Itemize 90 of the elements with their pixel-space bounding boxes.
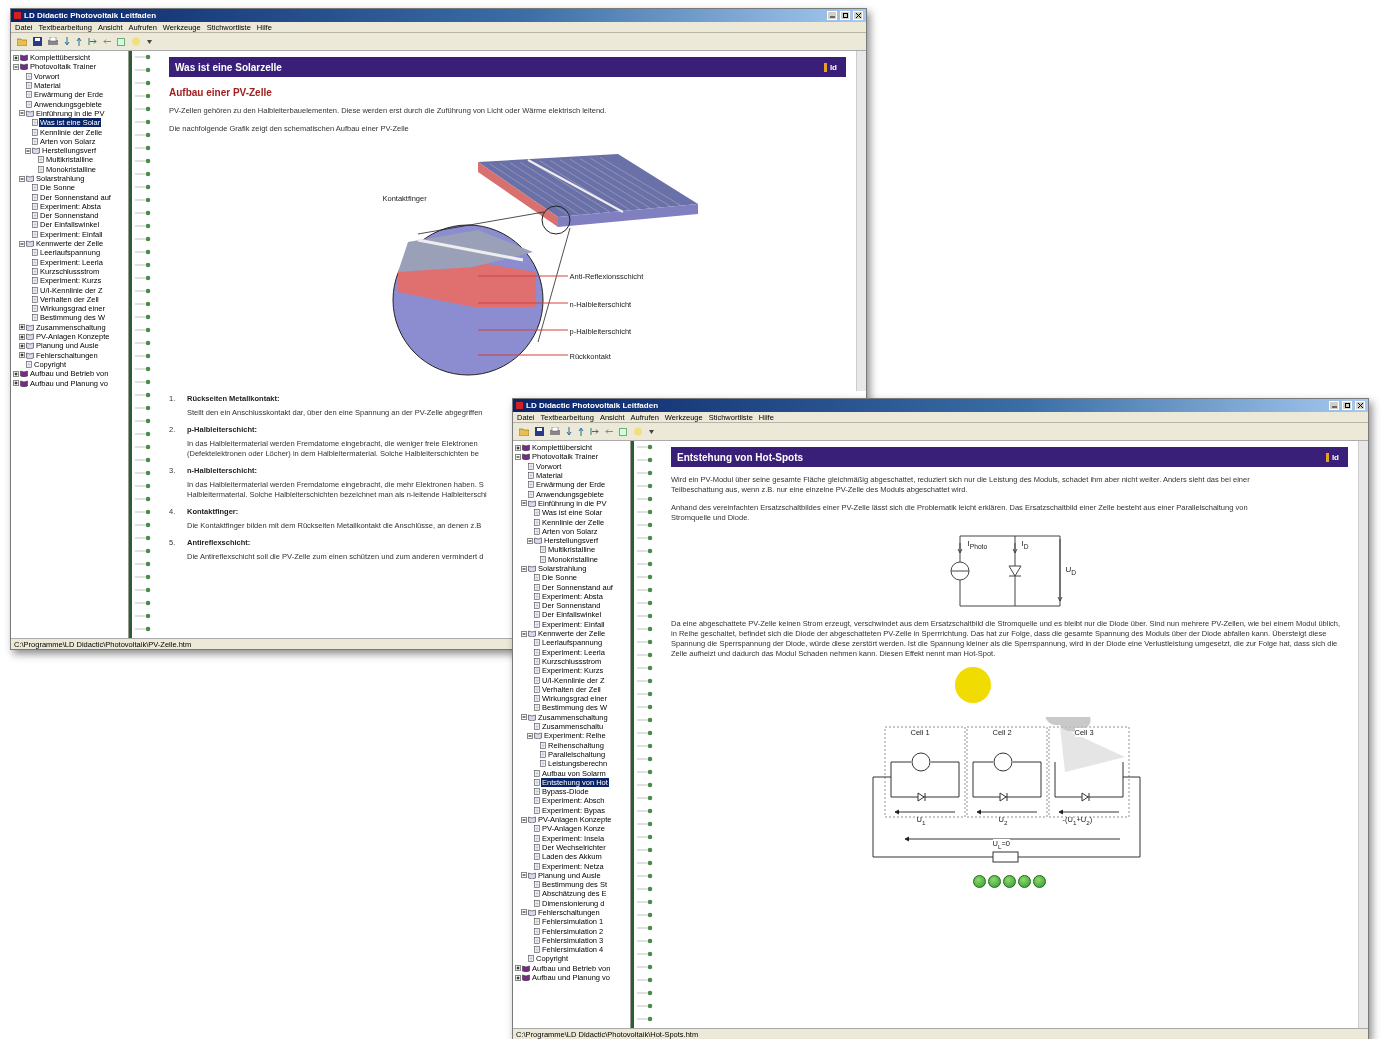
expand-icon[interactable] — [515, 444, 521, 451]
folder-icon[interactable] — [519, 427, 529, 436]
save-icon[interactable] — [33, 37, 42, 46]
book-icon — [528, 909, 536, 916]
minimize-button[interactable] — [1329, 401, 1339, 410]
book-icon — [534, 537, 542, 545]
maximize-icon — [1344, 403, 1350, 408]
maximize-icon — [842, 13, 848, 18]
save-icon[interactable] — [535, 427, 544, 436]
book-icon — [528, 499, 536, 507]
print-icon[interactable] — [550, 427, 560, 436]
book-icon — [528, 713, 536, 721]
close-button[interactable] — [1355, 401, 1365, 410]
app-icon — [516, 402, 523, 409]
arrow-right-icon[interactable] — [88, 37, 97, 46]
collapse-icon[interactable] — [521, 816, 527, 823]
arrow-left-icon[interactable] — [103, 37, 111, 46]
arrow-up-icon[interactable] — [76, 37, 82, 46]
book-icon — [26, 109, 34, 117]
dropdown-arrow-icon[interactable] — [147, 39, 152, 44]
dropdown-arrow-icon[interactable] — [649, 429, 654, 434]
page-icon — [534, 723, 540, 731]
book-icon — [528, 816, 536, 823]
book-icon — [26, 175, 34, 182]
scroll-bar[interactable] — [1358, 441, 1368, 1028]
book-icon — [528, 630, 536, 638]
book-icon — [528, 565, 536, 572]
logo: ld — [1325, 452, 1342, 462]
page-icon — [26, 72, 32, 80]
collapse-icon[interactable] — [521, 565, 527, 572]
app-icon — [14, 12, 21, 19]
round-control-button[interactable] — [1033, 875, 1046, 888]
collapse-icon[interactable] — [521, 872, 527, 879]
collapse-icon[interactable] — [521, 909, 527, 916]
expand-icon[interactable] — [13, 380, 19, 387]
arrow-down-icon[interactable] — [566, 427, 572, 436]
expand-icon[interactable] — [515, 974, 521, 981]
round-control-button[interactable] — [1003, 875, 1016, 888]
window-title: LD Didactic Photovoltaik Leitfaden — [526, 401, 659, 410]
maximize-button[interactable] — [1342, 401, 1352, 410]
page-icon — [26, 360, 32, 368]
collapse-icon[interactable] — [19, 240, 25, 247]
arrow-down-icon[interactable] — [64, 37, 70, 46]
expand-icon[interactable] — [13, 54, 19, 61]
collapse-icon[interactable] — [515, 453, 521, 460]
round-control-button[interactable] — [1018, 875, 1031, 888]
print-icon[interactable] — [48, 37, 58, 46]
book-icon — [26, 240, 34, 248]
circuit-label: I$_{Photo}$ — [967, 539, 988, 550]
maximize-button[interactable] — [840, 11, 850, 20]
circuit-label: I$_{D}$ — [1021, 539, 1029, 550]
collapse-icon[interactable] — [19, 110, 25, 117]
minimize-button[interactable] — [827, 11, 837, 20]
arrow-left-icon[interactable] — [605, 427, 613, 436]
collapse-icon[interactable] — [13, 63, 19, 70]
minimize-icon — [829, 13, 835, 18]
expand-icon[interactable] — [13, 370, 19, 377]
collapse-icon[interactable] — [521, 630, 527, 637]
collapse-icon[interactable] — [521, 714, 527, 721]
collapse-icon[interactable] — [25, 147, 31, 154]
collapse-icon[interactable] — [527, 537, 533, 544]
minimize-icon — [1331, 403, 1337, 408]
close-icon — [855, 13, 861, 18]
close-button[interactable] — [853, 11, 863, 20]
circuit-label: U$_{D}$ — [1065, 565, 1077, 576]
arrow-right-icon[interactable] — [590, 427, 599, 436]
page-title: Was ist eine Solarzelle — [175, 61, 282, 73]
book-icon — [534, 732, 542, 740]
arrow-up-icon[interactable] — [578, 427, 584, 436]
page-title: Entstehung von Hot-Spots — [677, 451, 804, 463]
page-icon — [528, 462, 534, 470]
window-title: LD Didactic Photovoltaik Leitfaden — [24, 11, 157, 20]
collapse-icon[interactable] — [521, 500, 527, 507]
expand-icon[interactable] — [19, 352, 25, 359]
book-icon — [32, 147, 40, 155]
round-control-button[interactable] — [973, 875, 986, 888]
scroll-bar[interactable] — [856, 51, 866, 391]
book-icon — [528, 871, 536, 879]
round-control-button[interactable] — [988, 875, 1001, 888]
expand-icon[interactable] — [19, 333, 25, 340]
folder-icon[interactable] — [17, 37, 27, 46]
section-heading: Aufbau einer PV-Zelle — [169, 87, 273, 98]
expand-icon[interactable] — [19, 324, 25, 331]
sun-icon — [954, 667, 991, 703]
logo: ld — [823, 62, 840, 72]
close-icon — [1357, 403, 1363, 408]
expand-icon[interactable] — [19, 342, 25, 349]
expand-icon[interactable] — [515, 965, 521, 972]
collapse-icon[interactable] — [527, 732, 533, 739]
collapse-icon[interactable] — [19, 175, 25, 182]
